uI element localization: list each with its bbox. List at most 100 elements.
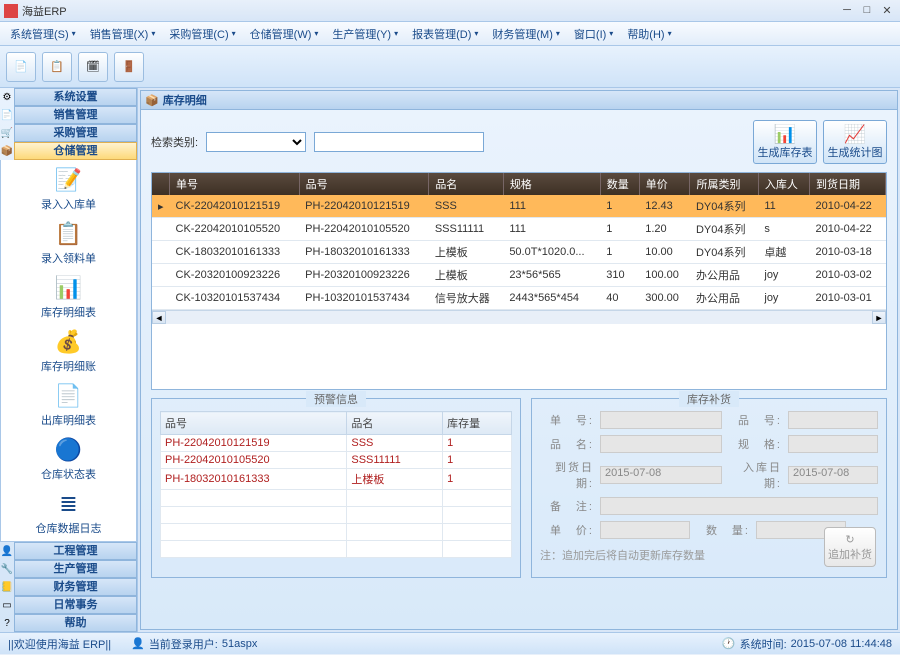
- toolbar-btn-2[interactable]: 📋: [42, 52, 72, 82]
- tree-item-1[interactable]: 📋录入领料单: [1, 214, 136, 268]
- alert-row-empty: [161, 507, 512, 524]
- sidebar-bottom-icon-3: ▭: [0, 600, 14, 611]
- tree-item-6[interactable]: ≣仓库数据日志: [1, 484, 136, 538]
- user-icon: 👤: [131, 637, 145, 650]
- grid-header[interactable]: 入库人: [758, 173, 809, 195]
- grid-header[interactable]: 单价: [639, 173, 690, 195]
- sidebar: ⚙系统设置📄销售管理🛒采购管理📦仓储管理 📝录入入库单📋录入领料单📊库存明细表💰…: [0, 88, 138, 632]
- tree-item-4[interactable]: 📄出库明细表: [1, 376, 136, 430]
- close-button[interactable]: ✕: [878, 4, 896, 18]
- search-label: 检索类别:: [151, 134, 198, 150]
- add-replenish-button[interactable]: ↻ 追加补货: [824, 527, 876, 567]
- menu-6[interactable]: 财务管理(M)▾: [486, 24, 566, 44]
- grid-row[interactable]: CK-22042010105520PH-22042010105520SSS111…: [152, 218, 886, 241]
- tree-icon: 🔵: [53, 436, 85, 464]
- menu-5[interactable]: 报表管理(D)▾: [406, 24, 484, 44]
- grid-header[interactable]: 品名: [429, 173, 504, 195]
- toolbar-btn-1[interactable]: 📄: [6, 52, 36, 82]
- sidebar-bottom-icon-2: 📒: [0, 582, 14, 593]
- tree-item-2[interactable]: 📊库存明细表: [1, 268, 136, 322]
- clock-icon: 🕐: [722, 637, 736, 650]
- menu-2[interactable]: 采购管理(C)▾: [163, 24, 241, 44]
- menu-1[interactable]: 销售管理(X)▾: [84, 24, 162, 44]
- sidebar-bottom-4[interactable]: 帮助: [14, 614, 137, 632]
- grid-row[interactable]: CK-20320100923226PH-20320100923226上模板23*…: [152, 264, 886, 287]
- sidebar-bottom-0[interactable]: 工程管理: [14, 542, 137, 560]
- tree-item-3[interactable]: 💰库存明细账: [1, 322, 136, 376]
- grid-header[interactable]: 规格: [503, 173, 600, 195]
- statusbar: ||欢迎使用海益 ERP|| 👤 当前登录用户: 51aspx 🕐 系统时间: …: [0, 632, 900, 654]
- grid-row[interactable]: ▸CK-22042010121519PH-22042010121519SSS11…: [152, 195, 886, 218]
- input-danhao[interactable]: [600, 411, 722, 429]
- input-ruku[interactable]: 2015-07-08: [788, 466, 878, 484]
- refresh-icon: ↻: [845, 533, 854, 546]
- panel-title-text: 库存明细: [163, 92, 207, 108]
- input-daohuo[interactable]: 2015-07-08: [600, 466, 722, 484]
- menu-8[interactable]: 帮助(H)▾: [621, 24, 677, 44]
- grid-header[interactable]: 到货日期: [810, 173, 886, 195]
- search-input[interactable]: [314, 132, 484, 152]
- tree-item-5[interactable]: 🔵仓库状态表: [1, 430, 136, 484]
- minimize-button[interactable]: ─: [838, 4, 856, 18]
- input-pinming[interactable]: [600, 435, 722, 453]
- chevron-down-icon: ▾: [474, 29, 478, 38]
- alert-row[interactable]: PH-22042010121519SSS1: [161, 435, 512, 452]
- sidebar-head-3[interactable]: 仓储管理: [14, 142, 137, 160]
- alert-grid[interactable]: 品号品名库存量PH-22042010121519SSS1PH-220420101…: [160, 411, 512, 558]
- grid-header[interactable]: 单号: [170, 173, 300, 195]
- sidebar-head-0[interactable]: 系统设置: [14, 88, 137, 106]
- sidebar-head-2[interactable]: 采购管理: [14, 124, 137, 142]
- input-danjia[interactable]: [600, 521, 690, 539]
- generate-table-button[interactable]: 📊 生成库存表: [753, 120, 817, 164]
- label-guige: 规 格:: [728, 436, 782, 452]
- main-panel: 📦 库存明细 检索类别: 📊 生成库存表 📈 生成统计图: [138, 88, 900, 632]
- scroll-track[interactable]: [166, 311, 872, 324]
- menu-7[interactable]: 窗口(I)▾: [568, 24, 619, 44]
- grid-header[interactable]: 品号: [299, 173, 429, 195]
- grid-header[interactable]: 所属类别: [690, 173, 758, 195]
- scroll-right-button[interactable]: ►: [872, 311, 886, 324]
- alert-row[interactable]: PH-18032010161333上楼板1: [161, 469, 512, 490]
- horizontal-scrollbar[interactable]: ◄ ►: [152, 310, 886, 324]
- window-controls: ─ □ ✕: [838, 4, 896, 18]
- toolbar-btn-4[interactable]: 🚪: [114, 52, 144, 82]
- input-pinhao[interactable]: [788, 411, 878, 429]
- tree-icon: 📊: [53, 274, 85, 302]
- sidebar-head-1[interactable]: 销售管理: [14, 106, 137, 124]
- menubar: 系统管理(S)▾销售管理(X)▾采购管理(C)▾仓储管理(W)▾生产管理(Y)▾…: [0, 22, 900, 46]
- input-beizhu[interactable]: [600, 497, 878, 515]
- maximize-button[interactable]: □: [858, 4, 876, 18]
- alert-header: 品名: [347, 412, 443, 435]
- table-icon: 📊: [774, 124, 796, 144]
- sidebar-bottom-2[interactable]: 财务管理: [14, 578, 137, 596]
- sidebar-bottom-3[interactable]: 日常事务: [14, 596, 137, 614]
- alert-row[interactable]: PH-22042010105520SSS111111: [161, 452, 512, 469]
- replenish-fieldset: 库存补货 单 号: 品 号: 品 名: 规 格: 到货日期:: [531, 398, 887, 578]
- label-pinming: 品 名:: [540, 436, 594, 452]
- alert-legend: 预警信息: [306, 391, 366, 407]
- grid-header[interactable]: 数量: [600, 173, 639, 195]
- generate-chart-button[interactable]: 📈 生成统计图: [823, 120, 887, 164]
- toolbar-btn-3[interactable]: 🗓: [78, 52, 108, 82]
- label-beizhu: 备 注:: [540, 498, 594, 514]
- replenish-legend: 库存补货: [679, 391, 739, 407]
- input-guige[interactable]: [788, 435, 878, 453]
- alert-row-empty: [161, 524, 512, 541]
- menu-3[interactable]: 仓储管理(W)▾: [244, 24, 325, 44]
- app-icon: [4, 4, 18, 18]
- status-user-label: 当前登录用户:: [149, 636, 218, 652]
- menu-4[interactable]: 生产管理(Y)▾: [326, 24, 404, 44]
- menu-0[interactable]: 系统管理(S)▾: [4, 24, 82, 44]
- grid-row[interactable]: CK-18032010161333PH-18032010161333上模板50.…: [152, 241, 886, 264]
- tree-icon: 📝: [53, 166, 85, 194]
- chevron-down-icon: ▾: [314, 29, 318, 38]
- label-shuliang: 数 量:: [696, 522, 750, 538]
- sidebar-bottom-1[interactable]: 生产管理: [14, 560, 137, 578]
- grid-row[interactable]: CK-10320101537434PH-10320101537434信号放大器2…: [152, 287, 886, 310]
- inventory-grid[interactable]: 单号品号品名规格数量单价所属类别入库人到货日期▸CK-2204201012151…: [151, 172, 887, 390]
- search-category-select[interactable]: [206, 132, 306, 152]
- label-danjia: 单 价:: [540, 522, 594, 538]
- main-toolbar: 📄 📋 🗓 🚪: [0, 46, 900, 88]
- tree-item-0[interactable]: 📝录入入库单: [1, 160, 136, 214]
- scroll-left-button[interactable]: ◄: [152, 311, 166, 324]
